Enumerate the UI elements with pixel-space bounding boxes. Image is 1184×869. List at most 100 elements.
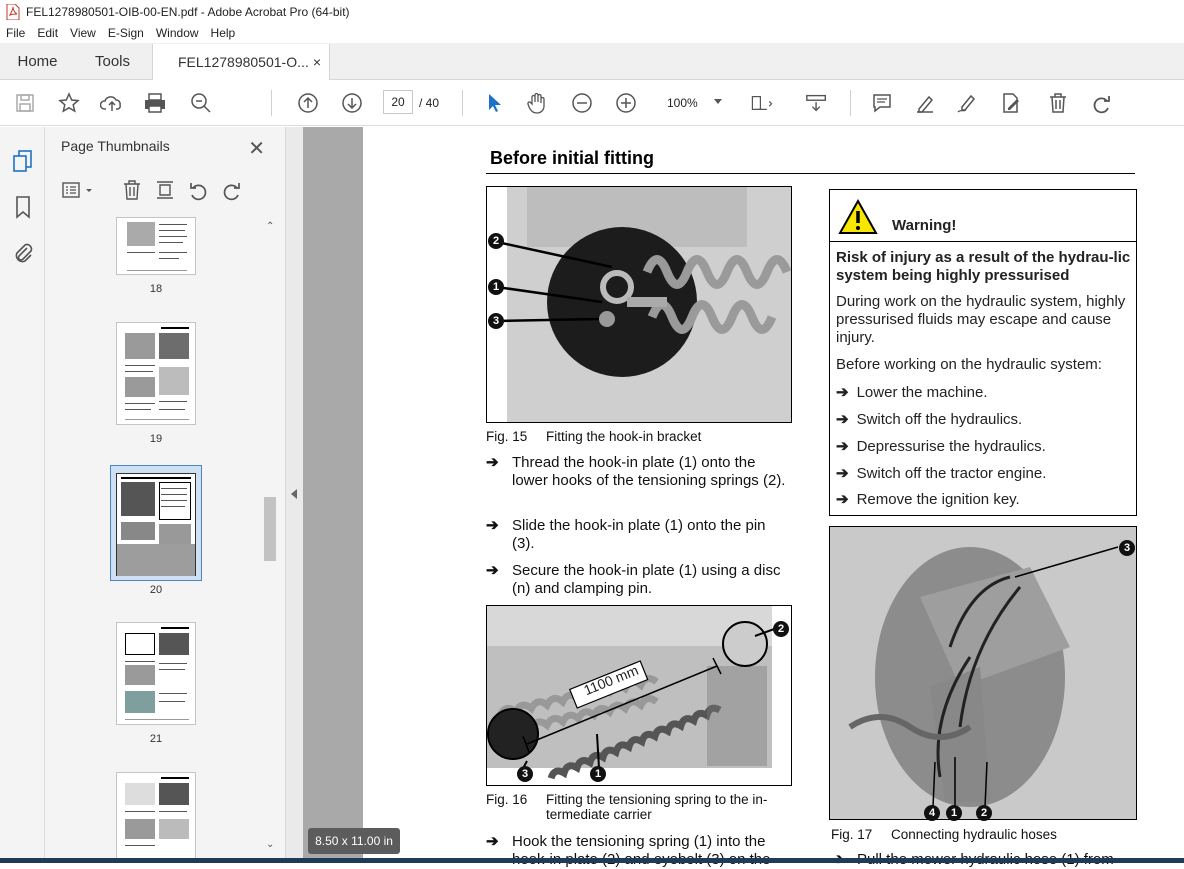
comment-icon[interactable] — [870, 91, 894, 115]
highlight-icon[interactable] — [913, 91, 937, 115]
left-rail — [0, 127, 45, 863]
bookmark-icon[interactable] — [11, 195, 35, 219]
zoom-value: 100% — [667, 96, 698, 110]
tab-tools[interactable]: Tools — [75, 43, 150, 79]
warning-item: ➔ Remove the ignition key. — [836, 491, 1020, 508]
figure-17-number: Fig. 17 — [831, 827, 873, 842]
arrow-icon: ➔ — [836, 465, 849, 482]
tab-document[interactable]: FEL1278980501-O... × — [152, 44, 330, 80]
figure-15-number: Fig. 15 — [486, 429, 528, 444]
options-menu-icon[interactable] — [61, 179, 92, 201]
page-down-icon[interactable] — [340, 91, 364, 115]
menu-bar: File Edit View E-Sign Window Help — [0, 23, 1184, 43]
arrow-icon: ➔ — [486, 517, 499, 534]
warning-item: ➔ Lower the machine. — [836, 384, 988, 401]
hand-icon[interactable] — [525, 91, 549, 115]
menu-edit[interactable]: Edit — [37, 26, 58, 40]
menu-esign[interactable]: E-Sign — [108, 26, 144, 40]
insert-page-icon[interactable] — [154, 179, 176, 201]
step-1: ➔ Thread the hook-in plate (1) onto the … — [486, 454, 786, 490]
callout-1: 1 — [590, 766, 606, 782]
panel-title: Page Thumbnails — [61, 138, 170, 154]
page-heading: Before initial fitting — [490, 148, 654, 168]
menu-help[interactable]: Help — [211, 26, 236, 40]
arrow-icon: ➔ — [836, 384, 849, 401]
arrow-icon: ➔ — [836, 438, 849, 455]
menu-view[interactable]: View — [70, 26, 96, 40]
find-icon[interactable] — [189, 91, 213, 115]
arrow-icon: ➔ — [486, 562, 499, 579]
fit-icon[interactable] — [750, 91, 774, 115]
arrow-icon: ➔ — [836, 411, 849, 428]
select-icon[interactable] — [482, 91, 506, 115]
scroll-thumb[interactable] — [264, 497, 276, 561]
figure-15-image — [487, 187, 791, 422]
warning-item: ➔ Switch off the hydraulics. — [836, 411, 1023, 428]
thumbnail-page-19[interactable] — [116, 322, 196, 425]
callout-2: 2 — [488, 233, 504, 249]
thumbnail-label-20: 20 — [149, 584, 163, 596]
arrow-icon: ➔ — [486, 833, 499, 850]
star-icon[interactable] — [57, 91, 81, 115]
warning-title: Warning! — [892, 217, 957, 234]
warning-intro: Before working on the hydraulic system: — [836, 356, 1102, 373]
callout-3: 3 — [517, 766, 533, 782]
rotate-right-icon[interactable] — [221, 179, 243, 201]
tab-home[interactable]: Home — [0, 43, 75, 79]
page-thumbnails-icon[interactable] — [11, 149, 35, 173]
fill-icon[interactable] — [1000, 91, 1024, 115]
figure-17 — [829, 526, 1137, 820]
figure-15 — [486, 186, 792, 423]
panel-splitter[interactable] — [285, 127, 303, 863]
thumbnail-page-18[interactable] — [116, 217, 196, 275]
callout-1: 1 — [946, 805, 962, 821]
thumbnail-label-19: 19 — [149, 433, 163, 445]
callout-2: 2 — [773, 621, 789, 637]
taskbar-edge — [0, 858, 1184, 863]
delete-icon[interactable] — [1046, 91, 1070, 115]
page-up-icon[interactable] — [296, 91, 320, 115]
chevron-down-icon — [714, 99, 722, 104]
sign-icon[interactable] — [956, 91, 980, 115]
menu-file[interactable]: File — [6, 26, 25, 40]
callout-4: 4 — [924, 805, 940, 821]
title-bar: FEL1278980501-OIB-00-EN.pdf - Adobe Acro… — [0, 0, 1184, 23]
step-4-line-1: Hook the tensioning spring (1) into the — [512, 833, 766, 850]
step-3: ➔ Secure the hook-in plate (1) using a d… — [486, 562, 786, 598]
menu-window[interactable]: Window — [156, 26, 199, 40]
print-icon[interactable] — [143, 91, 167, 115]
rotate-left-icon[interactable] — [187, 179, 209, 201]
warning-triangle-icon — [838, 198, 878, 240]
callout-1: 1 — [488, 279, 504, 295]
collapse-panel-icon[interactable] — [291, 489, 297, 499]
close-icon[interactable]: ✕ — [248, 136, 265, 161]
toolbar-divider — [850, 90, 851, 116]
zoom-select[interactable]: 100% — [660, 92, 726, 114]
scroll-up-icon[interactable]: ⌃ — [266, 221, 274, 232]
heading-rule — [486, 173, 1135, 174]
figure-16-number: Fig. 16 — [486, 792, 528, 807]
delete-page-icon[interactable] — [121, 179, 143, 201]
scroll-down-icon[interactable]: ⌄ — [266, 839, 274, 850]
attachment-icon[interactable] — [11, 241, 35, 265]
scroll-icon[interactable] — [805, 91, 829, 115]
step-2: ➔ Slide the hook-in plate (1) onto the p… — [486, 517, 786, 553]
thumbnail-page-21[interactable] — [116, 622, 196, 725]
upload-icon[interactable] — [100, 91, 124, 115]
thumbnail-page-22[interactable] — [116, 772, 196, 863]
thumbnail-scrollbar[interactable]: ⌃ ⌄ — [262, 217, 278, 857]
save-icon[interactable] — [13, 91, 37, 115]
warning-box: Warning! Risk of injury as a result of t… — [829, 189, 1137, 516]
tab-close-icon[interactable]: × — [313, 54, 321, 70]
warning-summary: Risk of injury as a result of the hydrau… — [836, 249, 1131, 284]
zoom-out-icon[interactable] — [570, 91, 594, 115]
toolbar-divider — [462, 90, 463, 116]
warning-item: ➔ Depressurise the hydraulics. — [836, 438, 1046, 455]
toolbar-divider — [271, 90, 272, 116]
redo-icon[interactable] — [1090, 91, 1114, 115]
thumbnail-page-20[interactable] — [116, 473, 196, 576]
thumbnail-label-18: 18 — [149, 283, 163, 295]
callout-3: 3 — [1119, 540, 1135, 556]
zoom-in-icon[interactable] — [614, 91, 638, 115]
current-page-input[interactable]: 20 — [383, 90, 413, 114]
